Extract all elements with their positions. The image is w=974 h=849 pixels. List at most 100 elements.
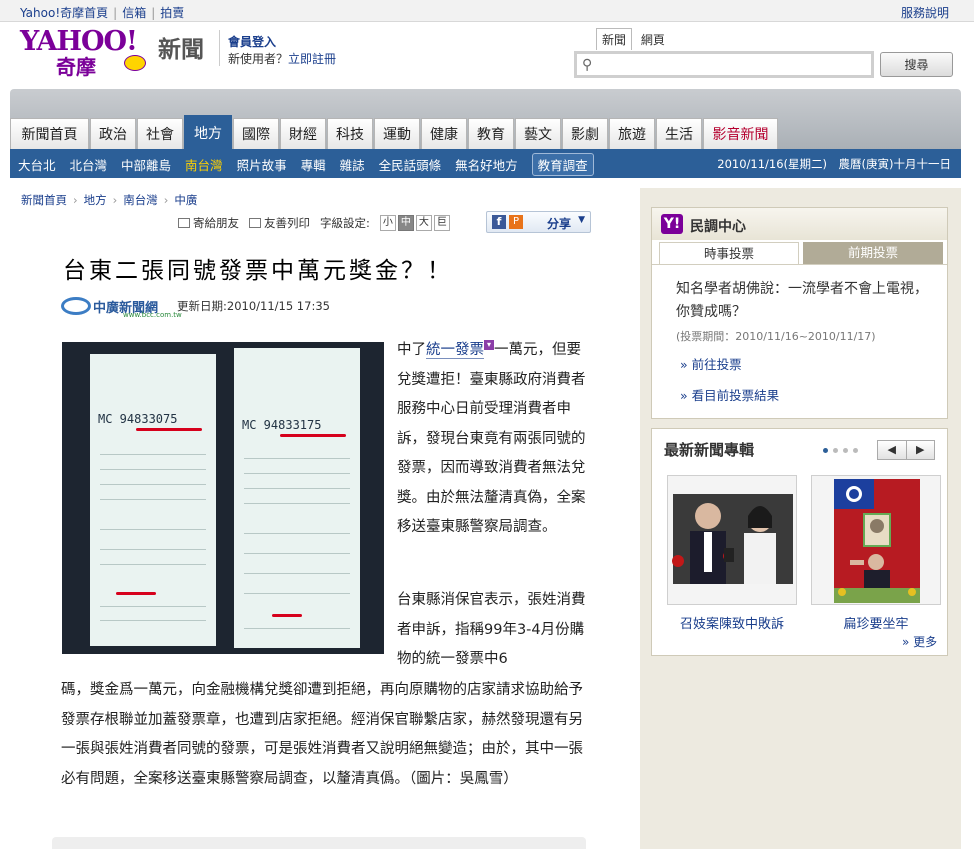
subnav-headline[interactable]: 全民話頭條 [379, 155, 442, 176]
article-photo: MC 94833075 MC 94833175 [62, 342, 384, 654]
login-link[interactable]: 會員登入 [228, 33, 276, 50]
poll-header: Y! 民調中心 [652, 208, 947, 240]
more-link[interactable]: » 更多 [902, 633, 937, 650]
nav-tab-sports[interactable]: 運動 [374, 118, 420, 149]
chevron-down-icon: ▼ [578, 215, 585, 225]
nav-tab-health[interactable]: 健康 [421, 118, 467, 149]
article-title: 台東二張同號發票中萬元獎金？！ [63, 258, 453, 284]
feature-thumb-1[interactable] [667, 475, 797, 605]
carousel-dot[interactable] [853, 448, 858, 453]
facebook-icon: f [492, 215, 506, 229]
font-size-small[interactable]: 小 [379, 215, 396, 231]
carousel-dot[interactable] [823, 448, 828, 453]
printer-icon [249, 218, 261, 228]
subnav-photo-story[interactable]: 照片故事 [237, 155, 287, 176]
crumb-home[interactable]: 新聞首頁 [21, 193, 67, 207]
nav-tab-travel[interactable]: 旅遊 [609, 118, 655, 149]
font-size-large[interactable]: 大 [415, 215, 432, 231]
vote-link[interactable]: » 前往投票 [680, 354, 742, 373]
share-button[interactable]: f P 分享 ▼ [486, 211, 591, 233]
subnav-north[interactable]: 北台灣 [70, 155, 108, 176]
link-yahoo-home[interactable]: Yahoo!奇摩首頁 [20, 6, 108, 20]
subnav-special[interactable]: 專輯 [301, 155, 326, 176]
nav-tab-politics[interactable]: 政治 [90, 118, 136, 149]
subnav-places[interactable]: 無名好地方 [455, 155, 518, 176]
channel-title: 新聞 [158, 37, 204, 63]
search-tabs: 新聞 網頁 [596, 28, 670, 50]
prev-arrow-icon[interactable]: ◀ [878, 441, 906, 459]
search-tab-web[interactable]: 網頁 [636, 29, 670, 50]
carousel-dots [823, 448, 863, 453]
crumb-local[interactable]: 地方 [84, 193, 107, 207]
receipt-number-left: MC 94833075 [98, 412, 178, 426]
search-input[interactable]: ⚲ [574, 51, 874, 78]
new-user-label: 新使用者？ [228, 52, 289, 66]
update-date: 更新日期:2010/11/15 17:35 [177, 299, 330, 313]
receipt-left: MC 94833075 [90, 354, 216, 646]
article-paragraph-2a: 台東縣消保官表示，張姓消費者申訴，指稱99年3-4月份購物的統一發票中6 [397, 592, 586, 667]
carousel-dot[interactable] [833, 448, 838, 453]
carousel-pager: ◀ ▶ [877, 440, 935, 460]
subnav-magazine[interactable]: 雜誌 [340, 155, 365, 176]
nav-tab-finance[interactable]: 財經 [280, 118, 326, 149]
new-user-line: 新使用者？立即註冊 [228, 50, 336, 67]
header-divider [219, 30, 220, 66]
keyword-link[interactable]: 統一發票 [426, 342, 484, 359]
link-help[interactable]: 服務說明 [901, 4, 949, 21]
next-arrow-icon[interactable]: ▶ [905, 441, 935, 459]
nav-tab-local[interactable]: 地方 [184, 115, 232, 149]
bottom-box [52, 837, 586, 849]
nav-tab-society[interactable]: 社會 [137, 118, 183, 149]
nav-tab-entertainment[interactable]: 影劇 [562, 118, 608, 149]
link-mail[interactable]: 信箱 [122, 6, 146, 20]
feature-caption-1[interactable]: 召妓案陳致中敗訴 [667, 613, 797, 632]
yahoo-logo[interactable]: YAHOO! 奇摩 [20, 26, 155, 79]
breadcrumb: 新聞首頁 › 地方 › 南台灣 › 中廣 [21, 193, 198, 207]
underline-mark [116, 592, 156, 595]
receipt-number-right: MC 94833175 [242, 418, 322, 432]
receipt-right: MC 94833175 [234, 348, 360, 648]
ceremony-photo-icon [812, 476, 940, 604]
search-tab-news[interactable]: 新聞 [596, 28, 633, 50]
subnav-taipei[interactable]: 大台北 [18, 155, 56, 176]
source-url: www.bcc.com.tw [123, 311, 182, 319]
feature-caption-2[interactable]: 扁珍要坐牢 [811, 613, 941, 632]
nav-tab-education[interactable]: 教育 [468, 118, 514, 149]
font-size-huge[interactable]: 巨 [433, 215, 450, 231]
subnav-south[interactable]: 南台灣 [185, 155, 223, 176]
poll-question[interactable]: 知名學者胡佛說：一流學者不會上電視，你贊成嗎？ [676, 278, 936, 324]
nav-tab-video[interactable]: 影音新聞 [703, 118, 778, 149]
top-links: Yahoo!奇摩首頁 | 信箱 | 拍賣 [20, 6, 185, 20]
sub-nav-items: 大台北 北台灣 中部離島 南台灣 照片故事 專輯 雜誌 全民話頭條 無名好地方 … [18, 153, 608, 176]
font-size-medium[interactable]: 中 [397, 215, 414, 231]
underline-mark [272, 614, 302, 617]
source-ring-icon [61, 297, 91, 315]
email-friend-button[interactable]: 寄給朋友 [178, 215, 239, 231]
subnav-edu-survey[interactable]: 教育調查 [531, 153, 594, 176]
crumb-bcc[interactable]: 中廣 [174, 193, 197, 207]
poll-tab-divider [652, 264, 947, 265]
nav-date: 2010/11/16(星期二) 農曆(庚寅)十月十一日 [717, 157, 951, 171]
subnav-central[interactable]: 中部離島 [121, 155, 171, 176]
nav-tab-world[interactable]: 國際 [233, 118, 279, 149]
nav-tab-home[interactable]: 新聞首頁 [10, 118, 89, 149]
nav-tab-tech[interactable]: 科技 [327, 118, 373, 149]
print-button[interactable]: 友善列印 [249, 215, 310, 231]
carousel-dot[interactable] [843, 448, 848, 453]
register-link[interactable]: 立即註冊 [288, 52, 336, 66]
underline-mark [136, 428, 202, 431]
nav-tab-life[interactable]: 生活 [656, 118, 702, 149]
keyword-badge-icon[interactable]: ▾ [484, 340, 494, 350]
main-nav: 新聞首頁 政治 社會 地方 國際 財經 科技 運動 健康 教育 藝文 影劇 旅遊… [10, 89, 961, 149]
poll-title: 民調中心 [690, 219, 746, 235]
search-button[interactable]: 搜尋 [880, 52, 953, 77]
poll-tab-current[interactable]: 時事投票 [659, 242, 799, 264]
poll-tab-past[interactable]: 前期投票 [803, 242, 943, 264]
crumb-south[interactable]: 南台灣 [123, 193, 158, 207]
article-paragraph-1: 中了統一發票 ▾ 一萬元，但要兌獎遭拒！臺東縣政府消費者服務中心日前受理消費者申訴，… [397, 336, 587, 543]
nav-tab-arts[interactable]: 藝文 [515, 118, 561, 149]
share-label: 分享 [547, 217, 572, 231]
link-auction[interactable]: 拍賣 [160, 6, 184, 20]
results-link[interactable]: » 看目前投票結果 [680, 385, 779, 404]
feature-thumb-2[interactable] [811, 475, 941, 605]
